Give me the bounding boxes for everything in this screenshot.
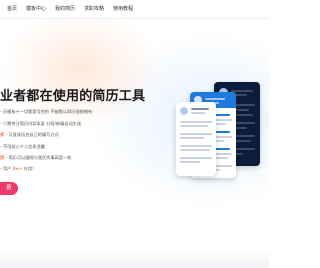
resume-card-white	[176, 102, 216, 176]
feature-line-6: · 用户 8w+ 在用！	[0, 166, 37, 171]
feature-line-2: · 只需关注简历内容本身 分段/新编自动生成	[0, 121, 82, 126]
feature-line-4: · 不用担心个人信息泄露	[0, 144, 45, 149]
hero-title: 业者都在使用的简历工具	[0, 89, 146, 104]
nav-item-job-guide[interactable]: 求职攻略	[84, 5, 104, 12]
nav-item-my-resumes[interactable]: 我的简历	[55, 5, 75, 12]
nav-item-home[interactable]: 首页	[7, 5, 17, 12]
feature-line-5: 页 · 简历可以跟随与我优秀事高度一致	[0, 155, 72, 160]
create-resume-button[interactable]: 历	[0, 182, 18, 195]
avatar	[180, 107, 188, 115]
nav-item-tutorial[interactable]: 使用教程	[113, 5, 133, 12]
top-navigation: 首页 模板中心 我的简历 求职攻略 使用教程	[0, 0, 269, 19]
feature-line-1: · 历模板十一切都是可控的 不被默认简历限制拥有	[0, 109, 93, 114]
section-divider-fade	[0, 250, 269, 268]
feature-line-3: 式 · 可直接适合自己的编写方式	[0, 132, 59, 137]
nav-item-templates[interactable]: 模板中心	[26, 5, 46, 12]
